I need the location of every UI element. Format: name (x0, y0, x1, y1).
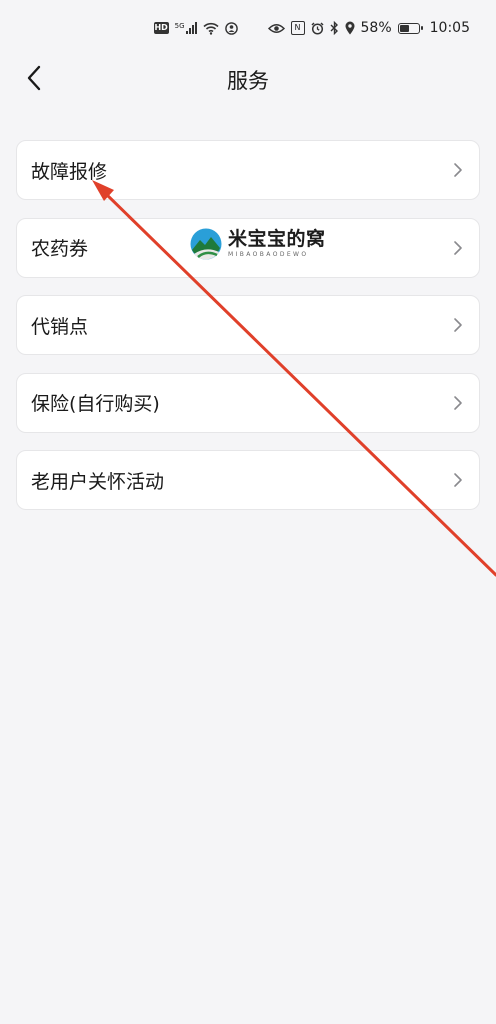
menu-item-label: 故障报修 (31, 160, 108, 183)
location-icon (345, 21, 355, 35)
menu-item-sales-outlet[interactable]: 代销点 (16, 295, 480, 355)
menu-item-label: 保险(自行购买) (31, 393, 160, 415)
menu-item-loyalty-event[interactable]: 老用户关怀活动 (16, 450, 480, 510)
alarm-icon (310, 21, 324, 35)
chevron-right-icon (454, 473, 462, 487)
chevron-right-icon (454, 395, 462, 410)
service-menu-list: 故障报修 农药券 代销点 保险(自行购买) 老用户关怀活动 (16, 140, 480, 528)
network-type-label: 5G (174, 22, 185, 30)
menu-item-fault-repair[interactable]: 故障报修 (16, 140, 480, 200)
chevron-right-icon (454, 318, 462, 332)
page-header: 服务 (0, 56, 496, 102)
watermark-logo-icon (190, 228, 222, 260)
wifi-icon (202, 22, 219, 35)
hotspot-user-icon (224, 21, 238, 35)
menu-item-label: 农药券 (31, 238, 89, 260)
chevron-right-icon (454, 240, 462, 255)
menu-item-label: 老用户关怀活动 (31, 470, 165, 493)
status-bar: HD 5G N 58% 10:05 (0, 0, 496, 56)
menu-item-insurance[interactable]: 保险(自行购买) (16, 372, 480, 433)
menu-item-label: 代销点 (31, 315, 89, 338)
eye-comfort-icon (267, 23, 285, 34)
status-time: 10:05 (429, 20, 470, 36)
battery-percent: 58% (360, 20, 392, 36)
nfc-icon: N (290, 21, 305, 35)
cellular-signal-icon: 5G (175, 22, 197, 34)
page-title: 服务 (227, 69, 269, 93)
watermark: 米宝宝的窝 MIBAOBAODEWO (190, 228, 326, 260)
bluetooth-icon (330, 21, 339, 35)
chevron-right-icon (454, 163, 462, 177)
hd-icon: HD (153, 22, 169, 34)
watermark-title: 米宝宝的窝 (228, 228, 326, 250)
battery-icon (397, 22, 423, 34)
watermark-subtitle: MIBAOBAODEWO (228, 251, 309, 258)
